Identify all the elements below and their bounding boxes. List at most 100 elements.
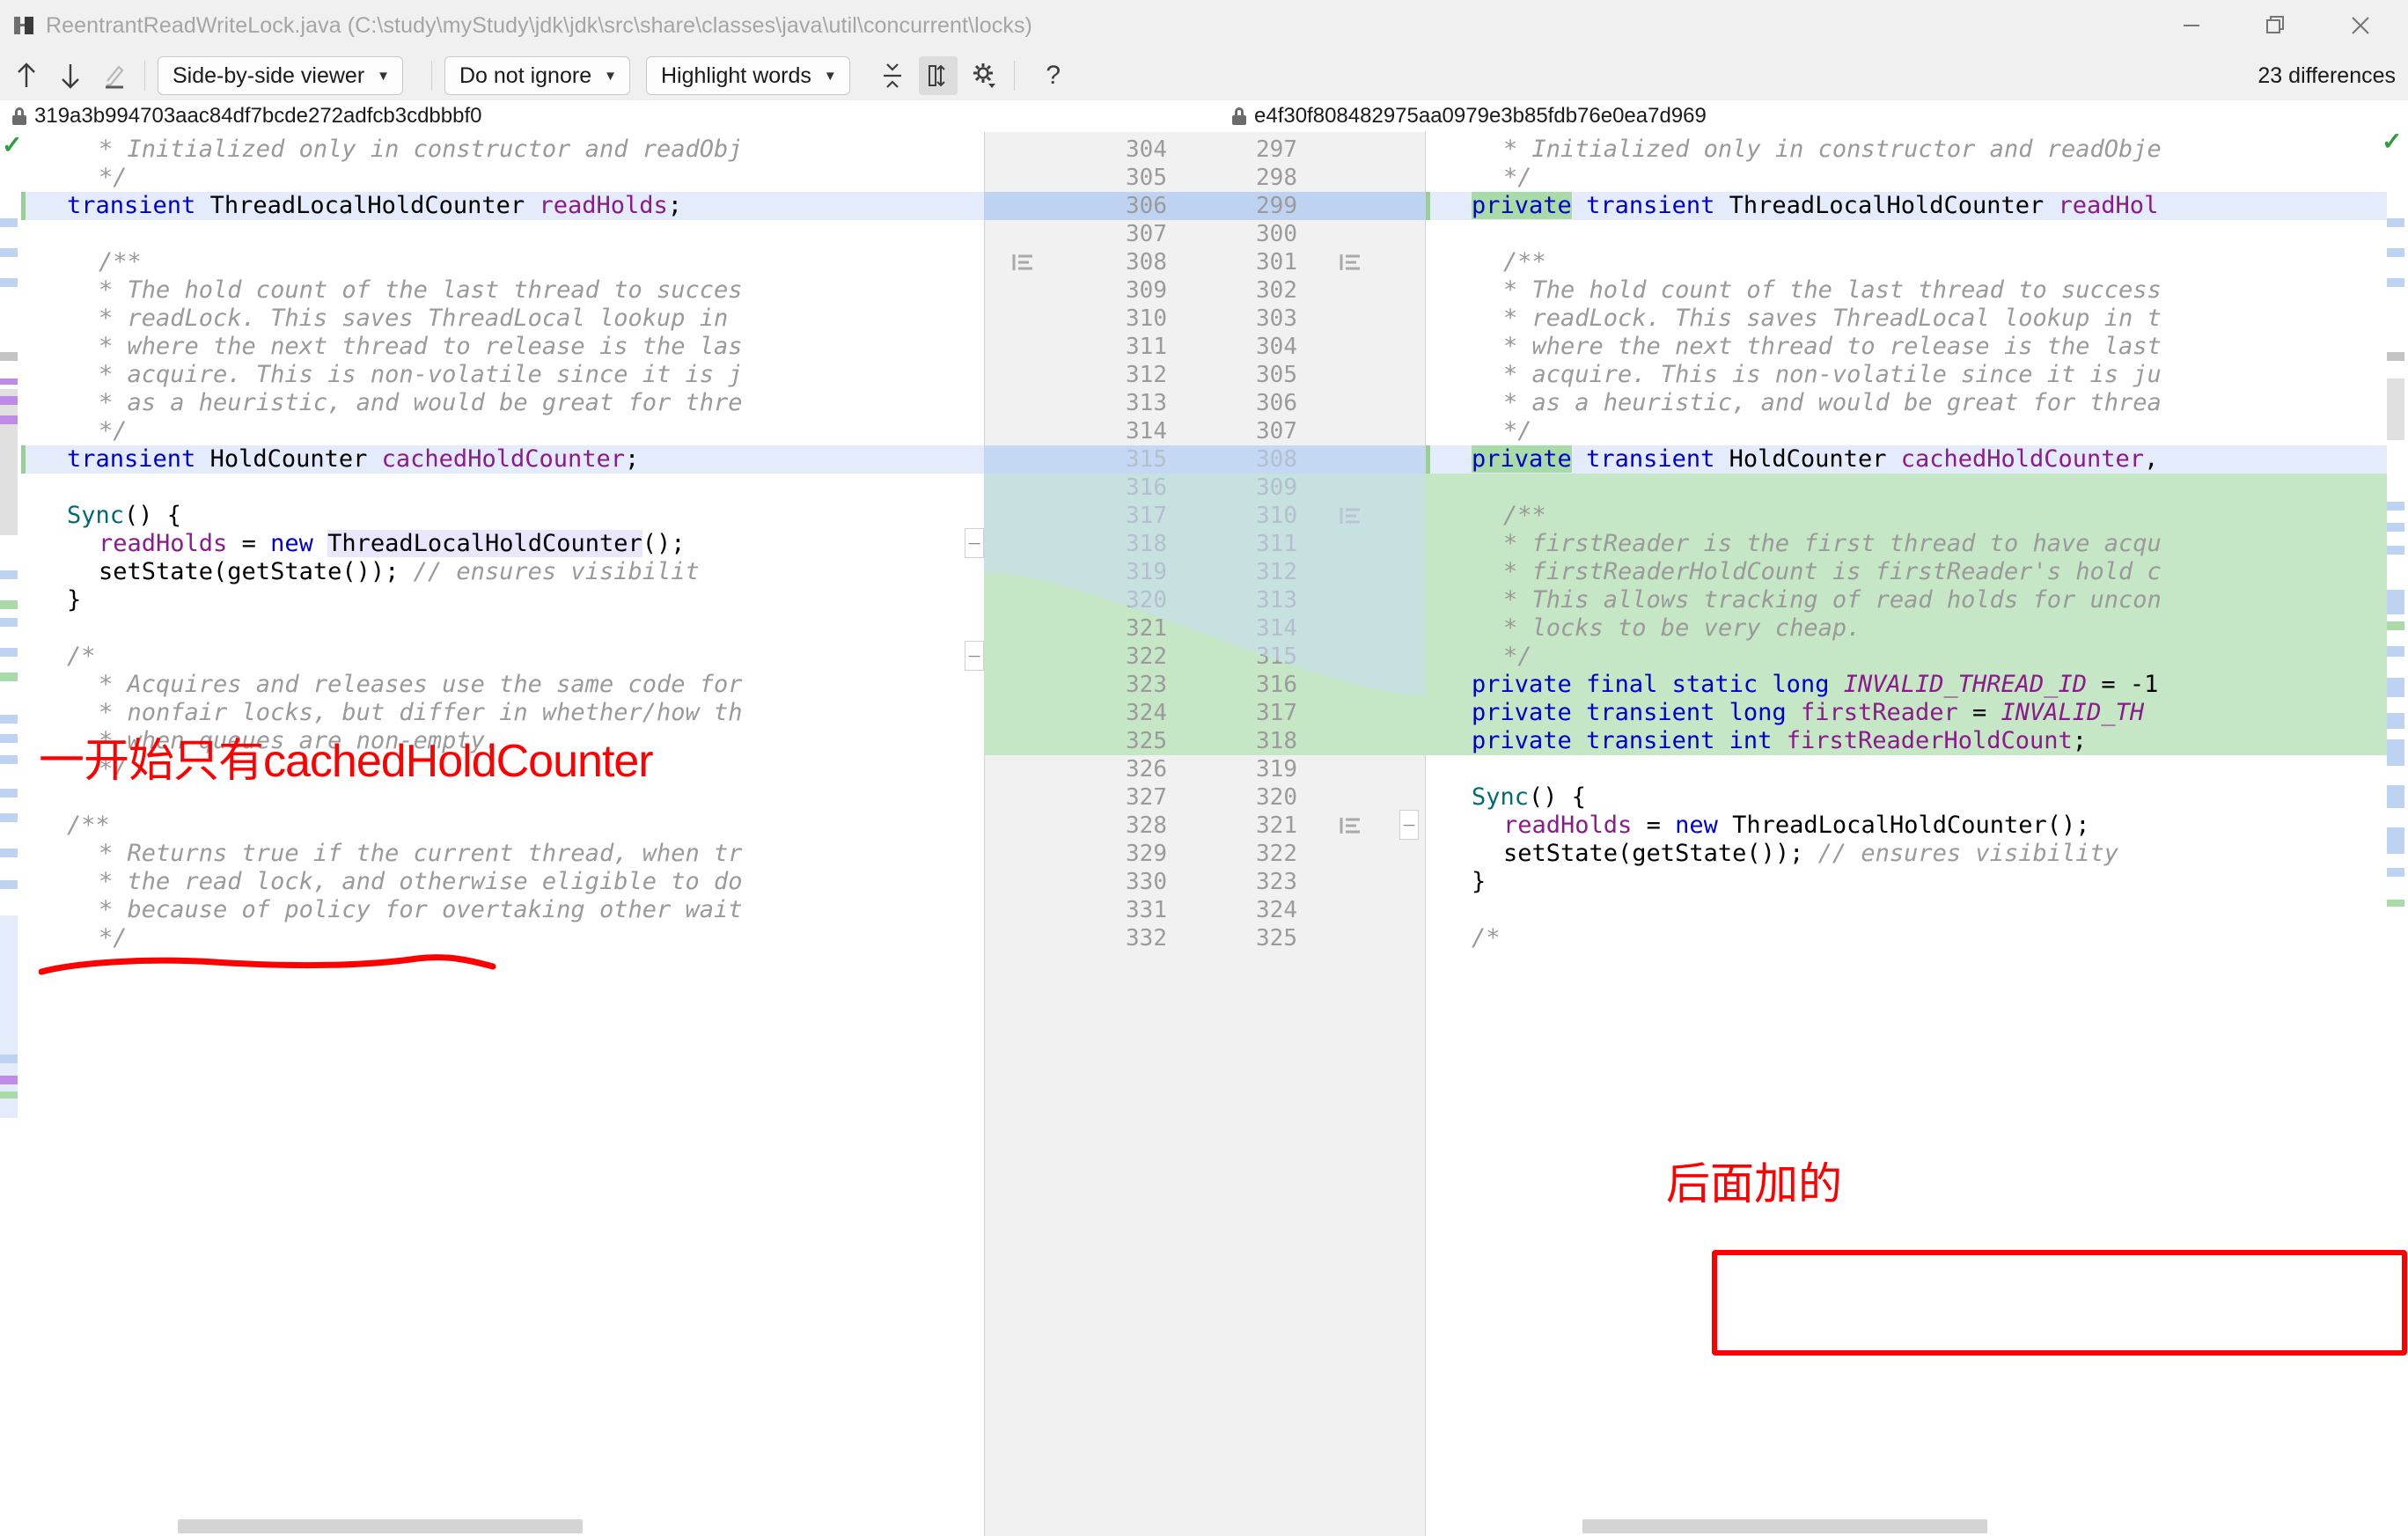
code-line[interactable] bbox=[21, 783, 984, 812]
arrow-up-icon[interactable] bbox=[9, 58, 44, 93]
code-line[interactable]: /** bbox=[21, 248, 984, 276]
code-line[interactable]: * acquire. This is non-volatile since it… bbox=[1426, 361, 2387, 389]
overview-marker bbox=[0, 396, 18, 405]
code-line[interactable]: private final static long INVALID_THREAD… bbox=[1426, 671, 2387, 699]
code-line[interactable]: private transient ThreadLocalHoldCounter… bbox=[1426, 192, 2387, 220]
code-line[interactable]: * The hold count of the last thread to s… bbox=[1426, 276, 2387, 305]
code-line[interactable]: */ bbox=[21, 164, 984, 192]
right-revision[interactable]: e4f30f808482975aa0979e3b85fdb76e0ea7d969 bbox=[1232, 100, 1707, 132]
code-line[interactable] bbox=[21, 474, 984, 502]
ignore-mode-select[interactable]: Do not ignore ▼ bbox=[444, 56, 630, 95]
code-line[interactable]: private transient int firstReaderHoldCou… bbox=[1426, 727, 2387, 755]
code-line[interactable]: */ bbox=[1426, 417, 2387, 445]
code-text: * nonfair locks, but differ in whether/h… bbox=[99, 699, 743, 727]
code-line[interactable]: Sync() { bbox=[21, 502, 984, 530]
code-line[interactable]: Sync() { bbox=[1426, 783, 2387, 812]
code-line[interactable]: /** bbox=[21, 812, 984, 840]
pencil-icon[interactable] bbox=[97, 58, 132, 93]
arrow-down-icon[interactable] bbox=[53, 58, 88, 93]
code-line[interactable]: private transient long firstReader = INV… bbox=[1426, 699, 2387, 727]
left-horizontal-scrollbar[interactable] bbox=[21, 1517, 984, 1536]
code-token: transient bbox=[67, 192, 196, 219]
code-line[interactable]: readHolds = new ThreadLocalHoldCounter()… bbox=[1426, 812, 2387, 840]
code-line[interactable]: * Initialized only in constructor and re… bbox=[21, 136, 984, 164]
gear-icon[interactable] bbox=[966, 58, 1002, 93]
code-line[interactable]: /** bbox=[1426, 502, 2387, 530]
code-line[interactable]: */ bbox=[21, 417, 984, 445]
code-line[interactable]: * when queues are non-empty. bbox=[21, 727, 984, 755]
code-line[interactable]: readHolds = new ThreadLocalHoldCounter()… bbox=[21, 530, 984, 558]
code-token: */ bbox=[1503, 417, 1532, 445]
code-line[interactable] bbox=[1426, 220, 2387, 248]
code-line[interactable]: * nonfair locks, but differ in whether/h… bbox=[21, 699, 984, 727]
collapse-tab-3[interactable]: ─ bbox=[1399, 810, 1419, 840]
right-overview-ruler[interactable] bbox=[2387, 132, 2408, 1536]
collapse-tab-1[interactable]: ─ bbox=[965, 528, 984, 558]
code-line[interactable]: } bbox=[21, 586, 984, 614]
code-line[interactable] bbox=[21, 220, 984, 248]
fold-marker-icon[interactable] bbox=[1012, 253, 1035, 272]
code-token: */ bbox=[99, 164, 128, 191]
code-line[interactable]: * readLock. This saves ThreadLocal looku… bbox=[21, 305, 984, 333]
right-line-number: 318 bbox=[1256, 728, 1297, 754]
restore-button[interactable] bbox=[2235, 0, 2316, 51]
fold-marker-icon[interactable] bbox=[1340, 816, 1362, 835]
code-line[interactable]: private transient HoldCounter cachedHold… bbox=[1426, 445, 2387, 474]
code-line[interactable]: /* bbox=[21, 643, 984, 671]
code-line[interactable]: */ bbox=[1426, 164, 2387, 192]
code-line[interactable]: /* bbox=[1426, 924, 2387, 952]
collapse-tab-2[interactable]: ─ bbox=[965, 641, 984, 671]
help-icon[interactable]: ? bbox=[1036, 58, 1071, 93]
code-line[interactable]: * Returns true if the current thread, wh… bbox=[21, 840, 984, 868]
highlight-mode-select[interactable]: Highlight words ▼ bbox=[645, 56, 850, 95]
minimize-button[interactable] bbox=[2151, 0, 2232, 51]
code-line[interactable]: * the read lock, and otherwise eligible … bbox=[21, 868, 984, 896]
code-line[interactable]: setState(getState()); // ensures visibil… bbox=[1426, 840, 2387, 868]
code-line[interactable]: transient HoldCounter cachedHoldCounter; bbox=[21, 445, 984, 474]
code-line[interactable]: * Initialized only in constructor and re… bbox=[1426, 136, 2387, 164]
code-line[interactable]: * where the next thread to release is th… bbox=[21, 333, 984, 361]
code-line[interactable]: * Acquires and releases use the same cod… bbox=[21, 671, 984, 699]
code-line[interactable]: * as a heuristic, and would be great for… bbox=[1426, 389, 2387, 417]
left-line-number: 329 bbox=[1126, 841, 1167, 867]
code-line[interactable]: * The hold count of the last thread to s… bbox=[21, 276, 984, 305]
code-line[interactable]: * firstReader is the first thread to hav… bbox=[1426, 530, 2387, 558]
left-line-number: 304 bbox=[1126, 136, 1167, 163]
collapse-unchanged-icon[interactable] bbox=[875, 58, 910, 93]
right-revision-hash: e4f30f808482975aa0979e3b85fdb76e0ea7d969 bbox=[1254, 104, 1707, 128]
code-line[interactable]: } bbox=[1426, 868, 2387, 896]
code-line[interactable]: * readLock. This saves ThreadLocal looku… bbox=[1426, 305, 2387, 333]
code-line[interactable]: setState(getState()); // ensures visibil… bbox=[21, 558, 984, 586]
fold-marker-icon[interactable] bbox=[1340, 506, 1362, 525]
overview-marker bbox=[2387, 713, 2404, 729]
code-line[interactable]: * This allows tracking of read holds for… bbox=[1426, 586, 2387, 614]
left-editor-pane[interactable]: * Initialized only in constructor and re… bbox=[21, 132, 984, 1536]
code-token: firstReader bbox=[1800, 699, 1958, 726]
code-line[interactable] bbox=[1426, 755, 2387, 783]
viewer-mode-select[interactable]: Side-by-side viewer ▼ bbox=[158, 56, 403, 95]
code-line[interactable] bbox=[1426, 474, 2387, 502]
left-revision[interactable]: 319a3b994703aac84df7bcde272adfcb3cdbbbf0 bbox=[12, 100, 481, 132]
code-line[interactable]: * firstReaderHoldCount is firstReader's … bbox=[1426, 558, 2387, 586]
code-token: */ bbox=[99, 417, 128, 445]
close-button[interactable] bbox=[2320, 0, 2401, 51]
code-line[interactable]: * locks to be very cheap. bbox=[1426, 614, 2387, 643]
code-line[interactable] bbox=[21, 614, 984, 643]
code-line[interactable]: * acquire. This is non-volatile since it… bbox=[21, 361, 984, 389]
code-line[interactable]: */ bbox=[21, 924, 984, 952]
right-horizontal-scrollbar[interactable] bbox=[1426, 1517, 2387, 1536]
align-columns-icon[interactable] bbox=[918, 56, 958, 95]
right-editor-pane[interactable]: * Initialized only in constructor and re… bbox=[1426, 132, 2387, 1536]
code-line[interactable]: transient ThreadLocalHoldCounter readHol… bbox=[21, 192, 984, 220]
code-line[interactable]: * as a heuristic, and would be great for… bbox=[21, 389, 984, 417]
code-line[interactable]: */ bbox=[1426, 643, 2387, 671]
change-stripe bbox=[21, 192, 26, 220]
code-token: */ bbox=[1503, 643, 1532, 670]
fold-marker-icon[interactable] bbox=[1340, 253, 1362, 272]
code-line[interactable] bbox=[1426, 896, 2387, 924]
code-line[interactable]: */ bbox=[21, 755, 984, 783]
left-overview-ruler[interactable] bbox=[0, 132, 21, 1536]
code-line[interactable]: * where the next thread to release is th… bbox=[1426, 333, 2387, 361]
code-line[interactable]: /** bbox=[1426, 248, 2387, 276]
code-line[interactable]: * because of policy for overtaking other… bbox=[21, 896, 984, 924]
